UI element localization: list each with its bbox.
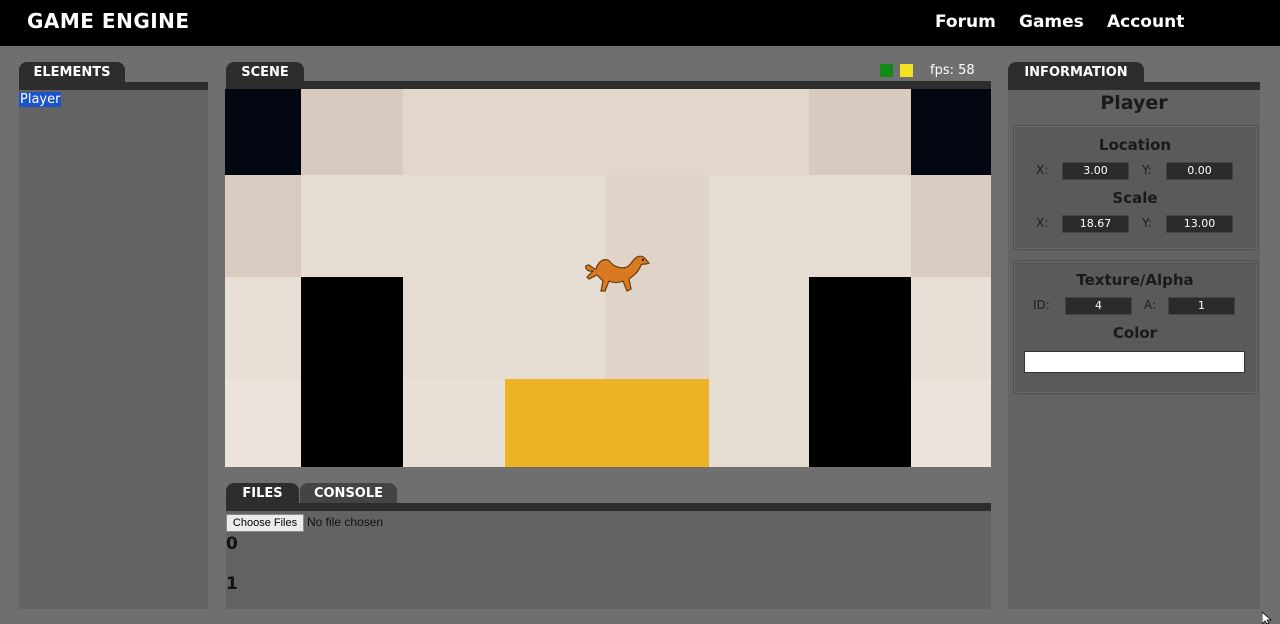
color-picker-field[interactable]: [1024, 351, 1245, 373]
color-title: Color: [1112, 324, 1158, 342]
tab-elements[interactable]: ELEMENTS: [19, 62, 125, 84]
pillar-left: [301, 277, 403, 467]
location-y-label: Y:: [1142, 163, 1152, 177]
status-green-indicator: [880, 64, 893, 77]
tile-dark: [911, 89, 991, 175]
texture-id-label: ID:: [1033, 298, 1050, 312]
file-entry[interactable]: 0: [226, 534, 238, 554]
location-x-input[interactable]: 3.00: [1062, 162, 1129, 180]
tile: [225, 379, 301, 467]
tile: [809, 89, 911, 175]
tile: [911, 379, 991, 467]
tile: [403, 379, 505, 467]
files-tab-strip: [226, 503, 991, 511]
elements-tab-strip: [19, 82, 208, 90]
scene-tab-strip: [226, 81, 991, 89]
tile: [403, 277, 605, 379]
floor-block-yellow: [505, 379, 709, 467]
tile: [709, 175, 911, 277]
texture-alpha-title: Texture/Alpha: [1076, 271, 1194, 289]
object-name-title: Player: [1100, 92, 1168, 114]
location-y-input[interactable]: 0.00: [1166, 162, 1233, 180]
location-x-label: X:: [1036, 163, 1049, 177]
location-title: Location: [1098, 136, 1172, 154]
player-sprite[interactable]: [581, 249, 653, 301]
file-entry[interactable]: 1: [226, 574, 238, 594]
texture-id-input[interactable]: 4: [1065, 297, 1132, 315]
elements-panel: [19, 90, 208, 609]
status-yellow-indicator: [900, 64, 913, 77]
tile: [301, 89, 403, 175]
tile: [225, 277, 301, 379]
tile: [709, 277, 809, 467]
nav-link-games[interactable]: Games: [1019, 12, 1084, 32]
tab-information[interactable]: INFORMATION: [1008, 62, 1144, 84]
scale-title: Scale: [1112, 189, 1158, 207]
app-title[interactable]: GAME ENGINE: [27, 9, 190, 33]
tile-dark: [225, 89, 301, 175]
scale-y-label: Y:: [1142, 216, 1152, 230]
alpha-input[interactable]: 1: [1168, 297, 1235, 315]
nav-link-forum[interactable]: Forum: [935, 12, 996, 32]
tile: [911, 277, 991, 379]
tab-console[interactable]: CONSOLE: [300, 483, 397, 505]
choose-files-button[interactable]: Choose Files: [226, 514, 304, 532]
alpha-label: A:: [1144, 298, 1157, 312]
scene-canvas[interactable]: [225, 89, 991, 467]
element-item-player[interactable]: Player: [19, 92, 62, 107]
tab-files[interactable]: FILES: [226, 483, 299, 505]
tile: [301, 175, 605, 277]
tile: [911, 175, 991, 277]
no-file-text: No file chosen: [307, 515, 384, 529]
scale-x-input[interactable]: 18.67: [1062, 215, 1129, 233]
nav-link-account[interactable]: Account: [1107, 12, 1184, 32]
top-nav-bar: GAME ENGINE Forum Games Account: [0, 0, 1280, 46]
mouse-cursor-icon: [1262, 612, 1272, 624]
fps-counter: fps: 58: [930, 63, 975, 78]
tile: [403, 89, 809, 175]
pillar-right: [809, 277, 911, 467]
scale-x-label: X:: [1036, 216, 1049, 230]
info-tab-strip: [1008, 82, 1260, 90]
scale-y-input[interactable]: 13.00: [1166, 215, 1233, 233]
tile: [225, 175, 301, 277]
